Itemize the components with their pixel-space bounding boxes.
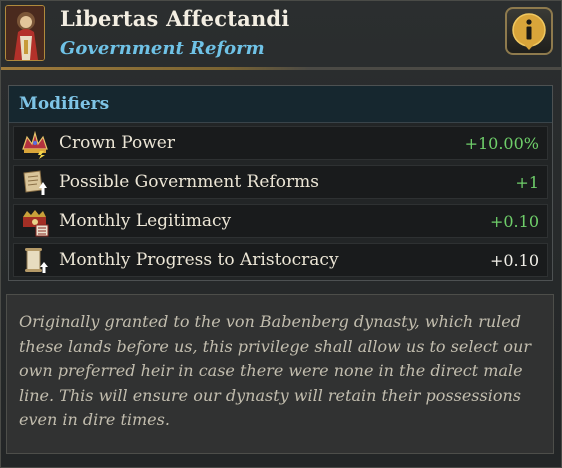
modifier-row-legitimacy: Monthly Legitimacy +0.10 <box>13 204 548 238</box>
modifier-row-government-reforms: Possible Government Reforms +1 <box>13 165 548 199</box>
modifier-label: Crown Power <box>59 133 175 153</box>
modifier-row-aristocracy: Monthly Progress to Aristocracy +0.10 <box>13 243 548 277</box>
modifier-value: +0.10 <box>489 251 539 270</box>
modifier-value: +1 <box>515 173 539 192</box>
modifiers-header: Modifiers <box>9 86 552 123</box>
saint-portrait-icon <box>5 5 45 61</box>
modifiers-title: Modifiers <box>19 94 110 114</box>
info-icon <box>512 13 546 50</box>
legitimacy-icon <box>20 207 50 237</box>
header-divider <box>1 67 561 70</box>
modifiers-panel: Modifiers Crown Power +10.00% Possible G… <box>8 85 553 281</box>
modifier-label: Monthly Legitimacy <box>59 211 232 231</box>
info-button[interactable] <box>505 7 553 55</box>
reform-description: Originally granted to the von Babenberg … <box>19 312 531 429</box>
reform-description-box: Originally granted to the von Babenberg … <box>6 294 554 454</box>
modifier-label: Monthly Progress to Aristocracy <box>59 250 339 270</box>
crown-power-icon <box>20 129 50 159</box>
reform-tooltip: Libertas Affectandi Government Reform Mo… <box>0 0 562 468</box>
modifier-row-crown-power: Crown Power +10.00% <box>13 126 548 160</box>
tooltip-header: Libertas Affectandi Government Reform <box>1 1 561 70</box>
modifier-label: Possible Government Reforms <box>59 172 319 192</box>
aristocracy-scroll-icon <box>20 246 50 276</box>
government-reforms-icon <box>20 168 50 198</box>
modifier-value: +10.00% <box>464 134 539 153</box>
reform-type-subtitle: Government Reform <box>60 38 265 59</box>
modifier-value: +0.10 <box>489 212 539 231</box>
reform-title: Libertas Affectandi <box>60 6 290 31</box>
